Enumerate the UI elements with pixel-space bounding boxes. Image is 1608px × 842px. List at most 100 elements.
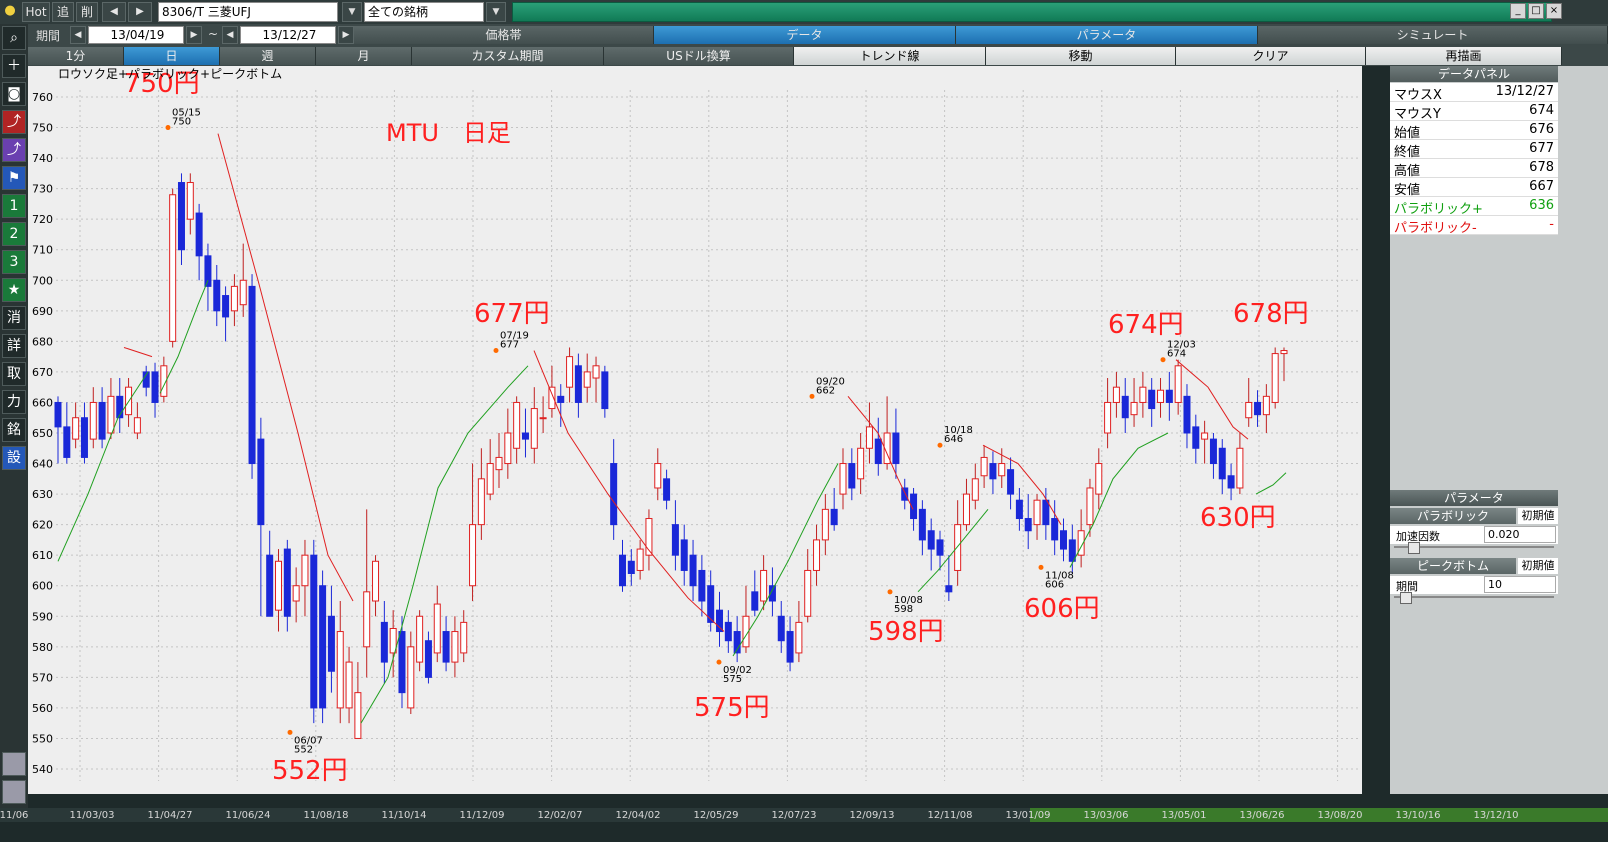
overview-date-label: 11/12/09 — [460, 810, 505, 821]
start-date-input[interactable]: 13/04/19 — [88, 26, 184, 44]
peak-marker — [165, 125, 171, 131]
end-date-input[interactable]: 13/12/27 — [240, 26, 336, 44]
accel-slider-thumb[interactable] — [1408, 542, 1420, 554]
symbol-button[interactable]: 銘 — [2, 418, 26, 442]
minimize-icon[interactable]: _ — [1510, 3, 1526, 19]
tab-parameter[interactable]: パラメータ — [956, 26, 1258, 44]
candle-body — [283, 548, 291, 617]
end-prev-icon[interactable]: ◀ — [222, 26, 238, 44]
candle-body — [1174, 365, 1182, 403]
chart-line-icon[interactable]: ⤴ — [2, 110, 26, 134]
peak-value-label: 646 — [944, 434, 963, 445]
overview-date-bar[interactable]: 11/06 11/03/03 11/04/27 11/06/24 11/08/18 11/… — [0, 808, 1608, 842]
y-tick-label-left: 700 — [32, 274, 53, 287]
start-prev-icon[interactable]: ◀ — [70, 26, 86, 44]
chart-thumb-icon[interactable] — [2, 780, 26, 804]
tab-redraw[interactable]: 再描画 — [1366, 47, 1562, 65]
crosshair-icon[interactable]: ＋ — [2, 54, 26, 78]
symbol-input[interactable]: 8306/T 三菱UFJ — [158, 2, 338, 22]
list-select[interactable]: 全ての銘柄 — [364, 2, 484, 22]
data-panel-key: マウスY — [1394, 107, 1441, 122]
candle-body — [1059, 530, 1067, 550]
candle-body — [566, 356, 574, 388]
end-next-icon[interactable]: ▶ — [338, 26, 354, 44]
settings-icon-label: 設 — [7, 450, 21, 466]
favorite-icon[interactable]: ★ — [2, 278, 26, 302]
bulb-icon[interactable]: ● — [2, 2, 18, 22]
erase-button[interactable]: 消 — [2, 306, 26, 330]
tab-simulate[interactable]: シミュレート — [1258, 26, 1608, 44]
overview-date-label: 11/10/14 — [382, 810, 427, 821]
settings-icon[interactable]: 設 — [2, 446, 26, 470]
parabolic-reset-button[interactable]: 初期値 — [1518, 508, 1558, 524]
candle-body — [671, 524, 679, 556]
trade-button[interactable]: 取 — [2, 362, 26, 386]
candle-body — [1209, 438, 1217, 465]
prev-symbol-icon[interactable]: ◀ — [102, 2, 126, 22]
candle-body — [72, 417, 80, 440]
tab-custom-period[interactable]: カスタム期間 — [412, 47, 604, 65]
candle-body — [583, 371, 591, 388]
peak-marker — [287, 729, 293, 735]
detail-button[interactable]: 詳 — [2, 334, 26, 358]
candle-body — [151, 371, 159, 403]
candle-body — [848, 463, 856, 489]
period-param-input[interactable]: 10 — [1484, 576, 1556, 593]
next-symbol-icon[interactable]: ▶ — [128, 2, 152, 22]
candle-body — [1015, 499, 1023, 520]
y-tick-label-left: 640 — [32, 458, 53, 471]
hot-button[interactable]: Hot — [22, 2, 50, 22]
chart-compare-icon[interactable]: ⤴ — [2, 138, 26, 162]
candle-body — [839, 463, 847, 495]
symbol-dropdown-icon[interactable]: ▼ — [342, 2, 362, 22]
peak-reset-button[interactable]: 初期値 — [1518, 558, 1558, 574]
candle-body — [1051, 518, 1059, 541]
slot-1-button[interactable]: 1 — [2, 194, 26, 218]
tab-price-band[interactable]: 価格帯 — [354, 26, 654, 44]
accel-input[interactable]: 0.020 — [1484, 526, 1556, 543]
data-panel-title: データパネル — [1390, 66, 1558, 82]
tab-weekly[interactable]: 週 — [220, 47, 316, 65]
540-icon[interactable] — [2, 752, 26, 776]
progress-bar — [512, 2, 1552, 22]
overview-date-label: 11/06/24 — [226, 810, 271, 821]
close-icon[interactable]: × — [1546, 3, 1562, 19]
slot-2-button[interactable]: 2 — [2, 222, 26, 246]
tab-data[interactable]: データ — [654, 26, 956, 44]
input-button[interactable]: 力 — [2, 390, 26, 414]
tab-monthly[interactable]: 月 — [316, 47, 412, 65]
maximize-icon[interactable]: □ — [1528, 3, 1544, 19]
period-slider-track — [1394, 596, 1554, 598]
list-dropdown-icon[interactable]: ▼ — [486, 2, 506, 22]
crosshair-icon-label: ＋ — [7, 58, 21, 74]
tab-usd-convert[interactable]: USドル換算 — [604, 47, 794, 65]
candlestick-chart[interactable]: 7607607507507407407307307207207107107007… — [28, 66, 1362, 794]
data-panel-key: マウスX — [1394, 88, 1442, 103]
candle-body — [1183, 395, 1191, 434]
candle-body — [248, 285, 256, 465]
data-panel-row: パラボリック- - — [1390, 216, 1558, 236]
tab-1min[interactable]: 1分 — [28, 47, 124, 65]
candle-body — [530, 408, 538, 449]
delete-button[interactable]: 削 — [76, 2, 98, 22]
candle-body — [777, 615, 785, 642]
tab-move[interactable]: 移動 — [986, 47, 1176, 65]
overview-date-label: 13/03/06 — [1084, 810, 1129, 821]
candle-body — [1218, 447, 1226, 480]
candle-body — [962, 493, 970, 526]
candle-body — [513, 401, 521, 449]
start-next-icon[interactable]: ▶ — [186, 26, 202, 44]
tab-clear[interactable]: クリア — [1176, 47, 1366, 65]
add-button[interactable]: 追 — [52, 2, 74, 22]
candle-body — [874, 438, 882, 465]
search-icon[interactable]: ⌕ — [2, 26, 26, 50]
tab-trendline[interactable]: トレンド線 — [794, 47, 986, 65]
tab-daily[interactable]: 日 — [124, 47, 220, 65]
camera-icon[interactable]: ◙ — [2, 82, 26, 106]
y-tick-label-left: 670 — [32, 366, 53, 379]
period-slider-thumb[interactable] — [1400, 592, 1412, 604]
flag-icon[interactable]: ⚑ — [2, 166, 26, 190]
candle-body — [345, 661, 353, 709]
candle-body — [627, 560, 635, 575]
slot-3-button[interactable]: 3 — [2, 250, 26, 274]
